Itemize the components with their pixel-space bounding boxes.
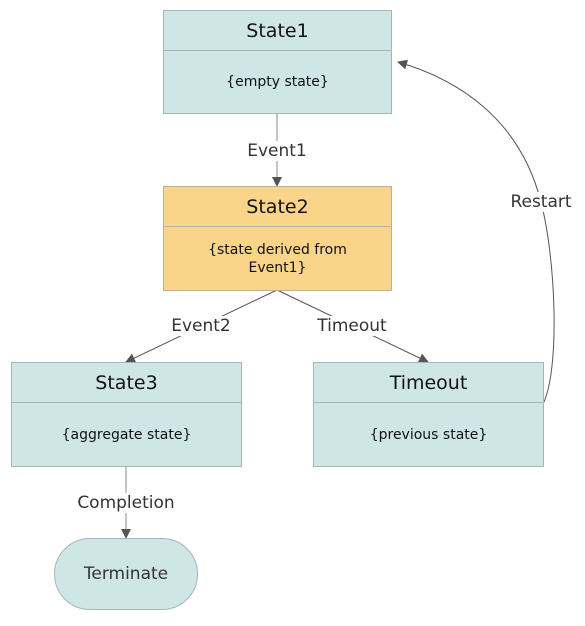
label-event2: Event2 xyxy=(169,316,233,336)
state-body: {empty state} xyxy=(226,74,329,90)
state-title: State3 xyxy=(12,363,241,403)
terminal-state[interactable]: Terminate xyxy=(54,538,198,610)
label-event1: Event1 xyxy=(245,141,309,161)
label-completion: Completion xyxy=(75,493,177,513)
state-state2[interactable]: State2 {state derived from Event1} xyxy=(163,186,392,291)
state-title: State2 xyxy=(164,187,391,227)
state-body: {aggregate state} xyxy=(61,426,192,443)
state-state1[interactable]: State1 {empty state} xyxy=(163,10,392,114)
label-timeout: Timeout xyxy=(315,316,389,336)
state-timeout[interactable]: Timeout {previous state} xyxy=(313,362,544,467)
state-body: {previous state} xyxy=(369,426,488,443)
state-body-text: {state derived from Event1} xyxy=(208,241,347,276)
state-title: State1 xyxy=(164,11,391,51)
state-title: Timeout xyxy=(314,363,543,403)
state-state3[interactable]: State3 {aggregate state} xyxy=(11,362,242,467)
label-restart: Restart xyxy=(508,192,574,212)
state-body: {state derived from Event1} xyxy=(164,227,391,290)
edge-restart xyxy=(397,59,555,405)
